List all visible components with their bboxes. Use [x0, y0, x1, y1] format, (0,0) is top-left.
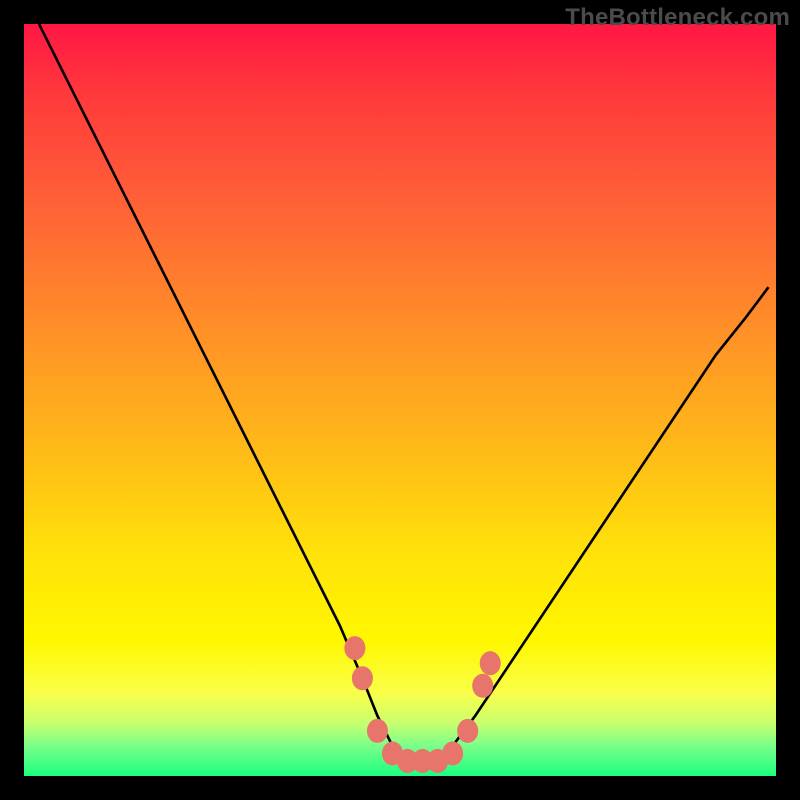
chart-markers	[344, 636, 500, 773]
marker-dot	[367, 719, 388, 743]
plot-area	[24, 24, 776, 776]
chart-svg	[24, 24, 776, 776]
marker-dot	[352, 666, 373, 690]
marker-dot	[480, 651, 501, 675]
chart-curve	[39, 24, 768, 761]
marker-dot	[457, 719, 478, 743]
marker-dot	[344, 636, 365, 660]
watermark-text: TheBottleneck.com	[565, 4, 790, 32]
marker-dot	[472, 674, 493, 698]
marker-dot	[442, 741, 463, 765]
bottleneck-chart: TheBottleneck.com	[0, 0, 800, 800]
